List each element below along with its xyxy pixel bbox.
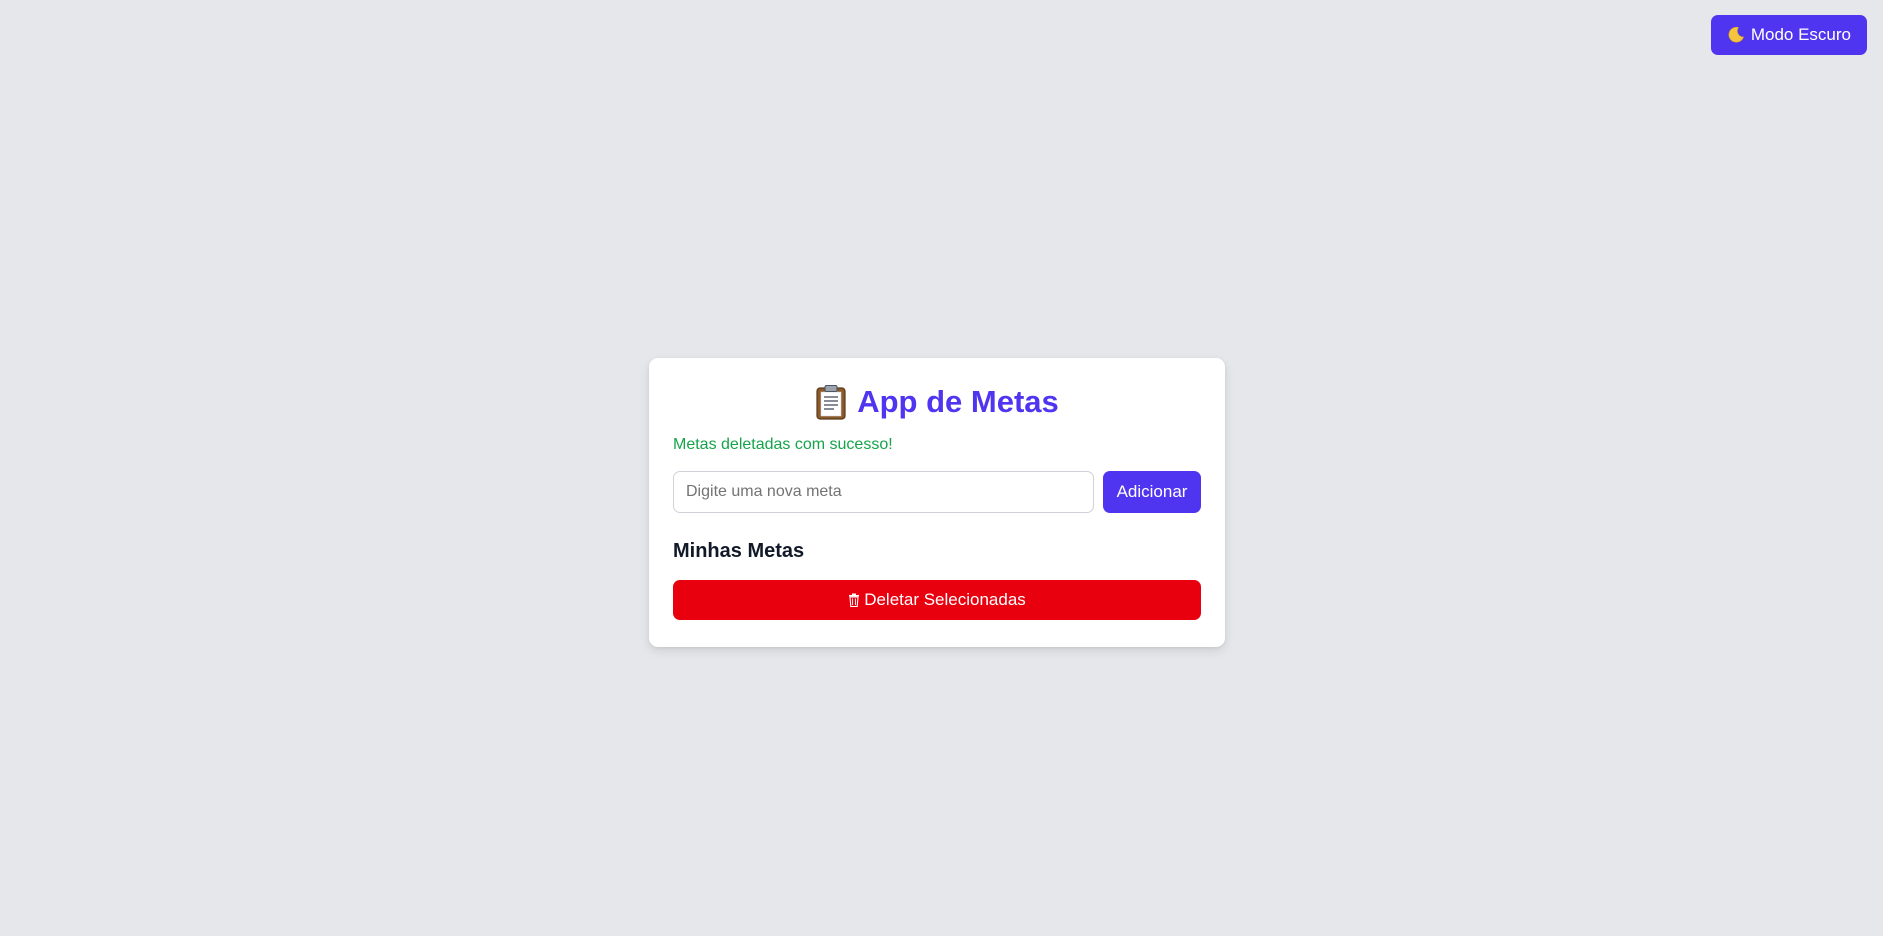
- dark-mode-toggle-label: Modo Escuro: [1750, 25, 1851, 44]
- app-header: App de Metas: [673, 382, 1201, 422]
- trash-icon: [849, 593, 860, 607]
- goals-card: App de Metas Metas deletadas com sucesso…: [649, 358, 1225, 647]
- moon-icon: [1727, 26, 1745, 44]
- goals-section-title: Minhas Metas: [673, 540, 805, 562]
- add-goal-form: Adicionar: [673, 471, 1201, 513]
- page-title: App de Metas: [857, 384, 1059, 419]
- add-goal-button[interactable]: Adicionar: [1103, 471, 1201, 513]
- clipboard-icon: [816, 385, 846, 420]
- success-message: Metas deletadas com sucesso!: [673, 436, 893, 453]
- delete-selected-label: Deletar Selecionadas: [864, 590, 1026, 609]
- new-goal-input[interactable]: [673, 471, 1094, 513]
- dark-mode-toggle-button[interactable]: Modo Escuro: [1710, 15, 1867, 55]
- delete-selected-button[interactable]: Deletar Selecionadas: [673, 580, 1201, 620]
